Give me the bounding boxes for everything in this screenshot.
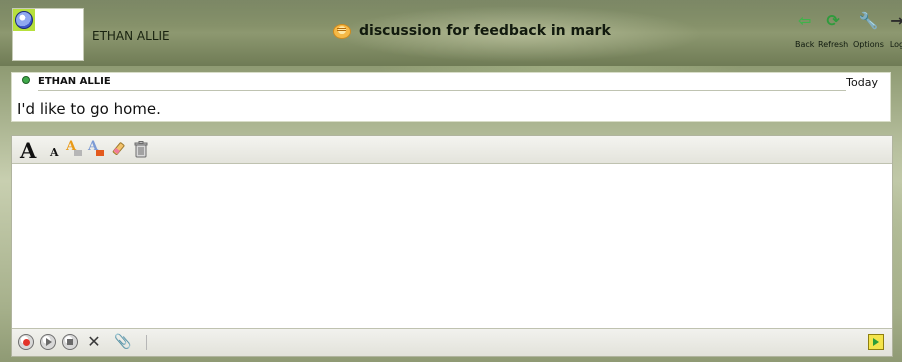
options-label: Options	[853, 40, 884, 49]
refresh-icon: ⟳	[826, 11, 840, 30]
profile-photo[interactable]	[12, 8, 84, 61]
decrease-font-size-button[interactable]: A	[50, 146, 59, 159]
font-color-button[interactable]: A	[88, 139, 104, 156]
large-a-icon: A	[20, 138, 37, 163]
send-icon	[873, 338, 879, 346]
highlight-color-button[interactable]: A	[66, 139, 82, 156]
author-divider	[38, 90, 846, 91]
font-color-swatch-icon	[96, 150, 104, 156]
stop-button[interactable]	[62, 334, 78, 350]
record-icon	[22, 338, 30, 346]
back-button[interactable]: ⇦ Back	[795, 11, 815, 50]
play-icon	[46, 338, 52, 346]
record-button[interactable]	[18, 334, 34, 350]
increase-font-size-button[interactable]: A	[20, 138, 36, 163]
attach-button[interactable]: 📎	[114, 334, 132, 350]
discussion-icon	[333, 23, 351, 39]
small-a-icon: A	[50, 146, 59, 159]
title-text: discussion for feedback in mark	[359, 23, 611, 39]
refresh-button[interactable]: ⟳ Refresh	[818, 11, 849, 50]
reply-editor: A A A A ✕ 📎	[11, 135, 893, 357]
logout-label: Log	[889, 40, 902, 49]
close-icon: ✕	[87, 332, 101, 351]
message-date: Today	[846, 76, 878, 89]
message-text: I'd like to go home.	[17, 100, 161, 118]
trash-button[interactable]	[133, 141, 149, 158]
wrench-icon: 🔧	[858, 11, 879, 30]
formatting-toolbar: A A A A	[12, 136, 892, 164]
back-label: Back	[795, 40, 815, 49]
options-button[interactable]: 🔧 Options	[853, 11, 884, 50]
avatar	[13, 9, 35, 31]
play-button[interactable]	[40, 334, 56, 350]
trash-icon	[134, 141, 148, 158]
send-button[interactable]	[868, 334, 884, 350]
highlight-swatch-icon	[74, 150, 82, 156]
message-author: ETHAN ALLIE	[38, 76, 111, 87]
toolbar-divider	[146, 335, 147, 350]
refresh-label: Refresh	[818, 40, 849, 49]
stop-icon	[67, 339, 73, 345]
author-status-icon	[22, 76, 30, 84]
user-avatar-icon	[15, 11, 33, 29]
eraser-button[interactable]	[111, 142, 127, 157]
reply-input[interactable]	[12, 164, 892, 330]
logout-button[interactable]: → Log	[887, 11, 902, 50]
header-bar: ETHAN ALLIE discussion for feedback in m…	[0, 0, 902, 66]
message-card: ETHAN ALLIE Today I'd like to go home.	[11, 72, 891, 122]
media-toolbar: ✕ 📎	[12, 328, 892, 356]
logout-icon: →	[890, 11, 902, 30]
cancel-button[interactable]: ✕	[86, 334, 102, 350]
header-user-name: ETHAN ALLIE	[92, 29, 170, 43]
paperclip-icon: 📎	[114, 334, 132, 350]
back-arrow-icon: ⇦	[798, 11, 812, 30]
eraser-icon	[112, 142, 125, 155]
page-title: discussion for feedback in mark	[333, 23, 611, 39]
